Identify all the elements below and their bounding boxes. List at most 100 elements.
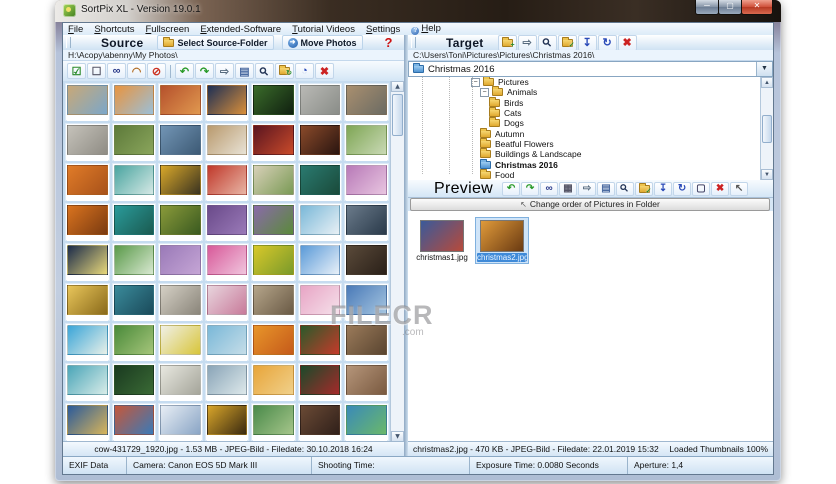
- delete-icon[interactable]: ✖: [711, 181, 730, 196]
- tree-item-food[interactable]: Food: [408, 168, 773, 180]
- tree-item-buildings-landscape[interactable]: Buildings & Landscape: [408, 148, 773, 159]
- select-source-folder-button[interactable]: Select Source-Folder: [157, 35, 274, 50]
- source-thumbnail[interactable]: [204, 243, 250, 281]
- delete-icon[interactable]: ✖: [617, 34, 637, 51]
- tree-item-birds[interactable]: Birds: [408, 96, 773, 108]
- refresh-icon[interactable]: ↻: [597, 34, 617, 51]
- chevron-down-icon[interactable]: ▼: [756, 62, 772, 76]
- undo-icon[interactable]: ↶: [175, 63, 194, 79]
- source-thumbnail[interactable]: [204, 123, 250, 161]
- source-thumbnail[interactable]: [65, 323, 110, 361]
- source-thumbnail[interactable]: [344, 123, 389, 161]
- source-thumbnail[interactable]: [344, 203, 389, 241]
- source-thumbnail[interactable]: [251, 123, 296, 161]
- source-thumbnail[interactable]: [297, 203, 343, 241]
- move-arrow-icon[interactable]: ⇨: [578, 181, 597, 196]
- help-question-button[interactable]: ?: [385, 35, 393, 50]
- source-thumbnail[interactable]: [158, 363, 203, 401]
- menu-settings[interactable]: Settings: [366, 24, 400, 35]
- redo-icon[interactable]: ↷: [195, 63, 214, 79]
- minimize-button[interactable]: ─: [695, 0, 719, 15]
- folder-refresh-icon[interactable]: ↻: [275, 63, 294, 79]
- scrollbar-thumb[interactable]: [762, 115, 772, 143]
- menu-shortcuts[interactable]: Shortcuts: [94, 24, 134, 35]
- source-thumbnail[interactable]: [65, 203, 110, 241]
- scroll-up-icon[interactable]: ▲: [761, 77, 773, 88]
- source-thumbnail[interactable]: [204, 203, 250, 241]
- folder-check-icon[interactable]: ✓: [557, 34, 577, 51]
- source-thumbnail[interactable]: [297, 283, 343, 321]
- source-thumbnail[interactable]: [158, 243, 203, 281]
- source-thumbnail[interactable]: [251, 163, 296, 201]
- maximize-button[interactable]: ▢: [718, 0, 742, 15]
- send-to-folder-icon[interactable]: ↧: [577, 34, 597, 51]
- tree-item-christmas-2016[interactable]: Christmas 2016: [408, 158, 773, 170]
- preview-file-christmas1-jpg[interactable]: christmas1.jpg: [416, 218, 468, 263]
- source-thumbnail[interactable]: [297, 243, 343, 281]
- menu-fullscreen[interactable]: Fullscreen: [145, 24, 189, 35]
- source-thumbnail[interactable]: [111, 363, 157, 401]
- source-thumbnail[interactable]: [111, 83, 157, 121]
- source-thumbnail[interactable]: [65, 403, 110, 441]
- menu-help[interactable]: ? Help: [411, 23, 441, 35]
- source-thumbnail[interactable]: [297, 163, 343, 201]
- source-thumbnail[interactable]: [344, 323, 389, 361]
- filmstrip-icon[interactable]: ▦: [559, 181, 578, 196]
- source-thumbnail[interactable]: [344, 163, 389, 201]
- source-thumbnail[interactable]: [204, 83, 250, 121]
- move-arrow-icon[interactable]: ⇨: [215, 63, 234, 79]
- source-thumbnail[interactable]: [204, 163, 250, 201]
- source-thumbnail[interactable]: [297, 363, 343, 401]
- magnifier-icon[interactable]: ⚲: [616, 181, 635, 196]
- image-info-icon[interactable]: ▤: [235, 63, 254, 79]
- source-thumbnail[interactable]: [65, 243, 110, 281]
- refresh-icon[interactable]: ↻: [673, 181, 692, 196]
- tree-item-beatful-flowers[interactable]: Beatful Flowers: [408, 137, 773, 149]
- tree-item-dogs[interactable]: Dogs: [408, 117, 773, 128]
- source-thumbnail[interactable]: [65, 283, 110, 321]
- send-to-folder-icon[interactable]: ↧: [654, 181, 673, 196]
- source-thumbnail[interactable]: [158, 123, 203, 161]
- menu-extended-software[interactable]: Extended-Software: [200, 24, 281, 35]
- source-thumbnail[interactable]: [251, 283, 296, 321]
- target-folder-dropdown[interactable]: Christmas 2016 ▼: [408, 61, 773, 77]
- folder-check-icon[interactable]: ✓: [635, 181, 654, 196]
- source-thumbnail[interactable]: [297, 83, 343, 121]
- binoculars-icon[interactable]: ∞: [540, 181, 559, 196]
- deselect-checkbox-icon[interactable]: ☐: [87, 63, 106, 79]
- scroll-up-icon[interactable]: ▲: [391, 81, 404, 92]
- source-thumbnail[interactable]: [344, 83, 389, 121]
- source-thumbnail[interactable]: [111, 283, 157, 321]
- delete-icon[interactable]: ✖: [315, 63, 334, 79]
- magnifier-icon[interactable]: ⚲: [537, 34, 557, 51]
- source-thumbnail[interactable]: [65, 83, 110, 121]
- source-thumbnail[interactable]: [111, 163, 157, 201]
- tree-item-autumn[interactable]: Autumn: [408, 127, 773, 139]
- source-thumbnail[interactable]: [158, 403, 203, 441]
- select-all-checkbox-icon[interactable]: ☑: [67, 63, 86, 79]
- title-bar[interactable]: SortPix XL - Version 19.0.1 ─ ▢ ✕: [55, 0, 781, 22]
- source-thumbnail[interactable]: [297, 323, 343, 361]
- redo-icon[interactable]: ↷: [521, 181, 540, 196]
- grip-handle[interactable]: [411, 37, 416, 48]
- binoculars-icon[interactable]: ∞: [107, 63, 126, 79]
- source-thumbnail[interactable]: [111, 203, 157, 241]
- grip-handle[interactable]: [66, 37, 71, 48]
- source-thumbnail[interactable]: [158, 83, 203, 121]
- source-thumbnail[interactable]: [65, 123, 110, 161]
- move-photos-button[interactable]: ➜ Move Photos: [281, 35, 363, 50]
- source-thumbnail[interactable]: [204, 403, 250, 441]
- globe-blocked-icon[interactable]: ⊘: [147, 63, 166, 79]
- tree-scrollbar[interactable]: ▲ ▼: [760, 77, 773, 180]
- source-thumbnail[interactable]: [344, 243, 389, 281]
- pie-chart-icon[interactable]: ◔: [295, 63, 314, 79]
- source-thumbnail[interactable]: [344, 403, 389, 441]
- move-arrow-icon[interactable]: ⇨: [517, 34, 537, 51]
- tree-item-cats[interactable]: Cats: [408, 107, 773, 118]
- image-info-icon[interactable]: ▤: [597, 181, 616, 196]
- source-thumbnail[interactable]: [251, 403, 296, 441]
- source-thumbnail[interactable]: [204, 323, 250, 361]
- preview-file-christmas2-jpg[interactable]: christmas2.jpg: [475, 217, 529, 264]
- source-thumbnail[interactable]: [111, 243, 157, 281]
- source-thumbnail[interactable]: [111, 123, 157, 161]
